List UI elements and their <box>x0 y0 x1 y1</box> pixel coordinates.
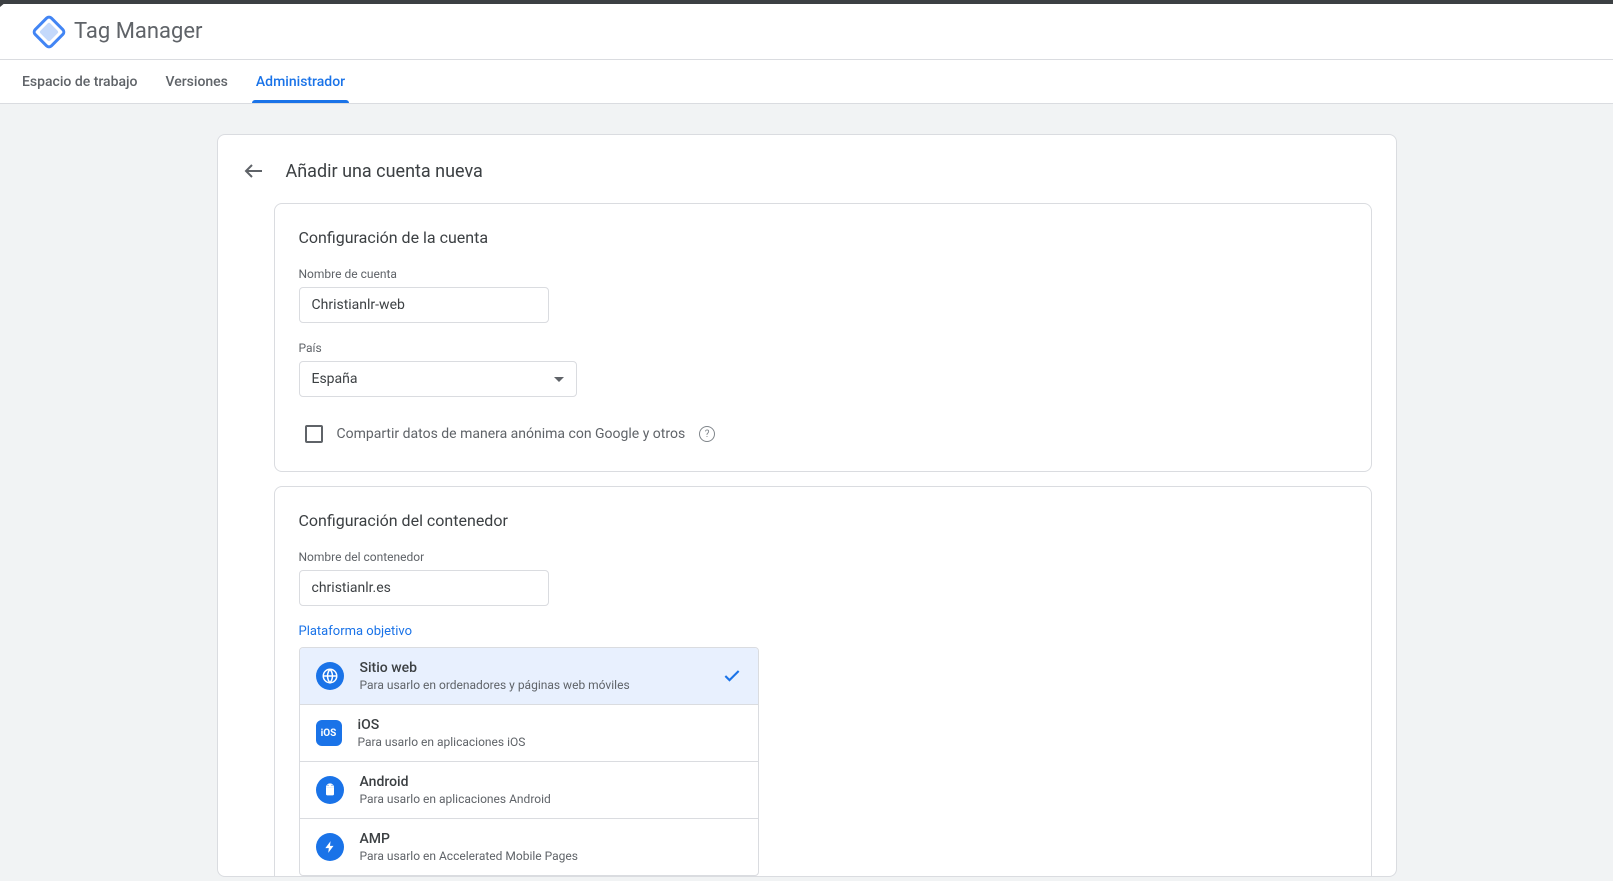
country-select[interactable]: España <box>299 361 577 397</box>
tab-label: Espacio de trabajo <box>22 74 137 90</box>
main-content-area: Añadir una cuenta nueva Configuración de… <box>0 104 1613 881</box>
platform-desc: Para usarlo en aplicaciones Android <box>360 792 742 806</box>
share-data-label: Compartir datos de manera anónima con Go… <box>337 426 686 442</box>
platform-list: Sitio web Para usarlo en ordenadores y p… <box>299 647 759 876</box>
lightning-icon <box>316 833 344 861</box>
card-title: Configuración de la cuenta <box>299 228 1347 247</box>
help-icon[interactable]: ? <box>699 426 715 442</box>
tag-manager-logo-icon <box>31 13 68 50</box>
platform-desc: Para usarlo en Accelerated Mobile Pages <box>360 849 742 863</box>
share-data-row: Compartir datos de manera anónima con Go… <box>299 421 1347 447</box>
platform-text: Android Para usarlo en aplicaciones Andr… <box>360 774 742 806</box>
content-panel: Añadir una cuenta nueva Configuración de… <box>217 134 1397 877</box>
platform-desc: Para usarlo en aplicaciones iOS <box>358 735 742 749</box>
platform-text: AMP Para usarlo en Accelerated Mobile Pa… <box>360 831 742 863</box>
tab-label: Administrador <box>256 74 345 90</box>
country-label: País <box>299 341 1347 355</box>
platform-text: Sitio web Para usarlo en ordenadores y p… <box>360 660 706 692</box>
tab-label: Versiones <box>165 74 227 90</box>
platform-title: Android <box>360 774 742 790</box>
account-config-card: Configuración de la cuenta Nombre de cue… <box>274 203 1372 472</box>
tab-workspace[interactable]: Espacio de trabajo <box>8 60 151 103</box>
main-tabs: Espacio de trabajo Versiones Administrad… <box>0 60 1613 104</box>
back-arrow-icon[interactable] <box>242 159 266 183</box>
platform-option-android[interactable]: Android Para usarlo en aplicaciones Andr… <box>300 762 758 819</box>
platform-option-amp[interactable]: AMP Para usarlo en Accelerated Mobile Pa… <box>300 819 758 875</box>
platform-option-web[interactable]: Sitio web Para usarlo en ordenadores y p… <box>300 648 758 705</box>
platform-option-ios[interactable]: iOS iOS Para usarlo en aplicaciones iOS <box>300 705 758 762</box>
globe-icon <box>316 662 344 690</box>
account-name-input[interactable] <box>299 287 549 323</box>
top-accent-bar <box>0 0 1613 4</box>
country-value: España <box>312 371 358 387</box>
android-icon <box>316 776 344 804</box>
container-name-input[interactable] <box>299 570 549 606</box>
logo-area[interactable]: Tag Manager <box>0 19 202 45</box>
check-icon <box>722 666 742 686</box>
share-data-checkbox[interactable] <box>305 425 323 443</box>
tab-admin[interactable]: Administrador <box>242 60 359 103</box>
platform-title: Sitio web <box>360 660 706 676</box>
chevron-down-icon <box>554 377 564 382</box>
platform-text: iOS Para usarlo en aplicaciones iOS <box>358 717 742 749</box>
container-config-card: Configuración del contenedor Nombre del … <box>274 486 1372 876</box>
tab-versions[interactable]: Versiones <box>151 60 241 103</box>
container-name-label: Nombre del contenedor <box>299 550 1347 564</box>
app-header: Tag Manager <box>0 4 1613 60</box>
account-name-label: Nombre de cuenta <box>299 267 1347 281</box>
page-header: Añadir una cuenta nueva <box>218 155 1396 203</box>
app-title: Tag Manager <box>74 19 202 44</box>
ios-icon: iOS <box>316 720 342 746</box>
card-title: Configuración del contenedor <box>299 511 1347 530</box>
page-title: Añadir una cuenta nueva <box>286 161 483 182</box>
platform-label: Plataforma objetivo <box>299 624 1347 639</box>
platform-title: iOS <box>358 717 742 733</box>
platform-desc: Para usarlo en ordenadores y páginas web… <box>360 678 706 692</box>
platform-title: AMP <box>360 831 742 847</box>
